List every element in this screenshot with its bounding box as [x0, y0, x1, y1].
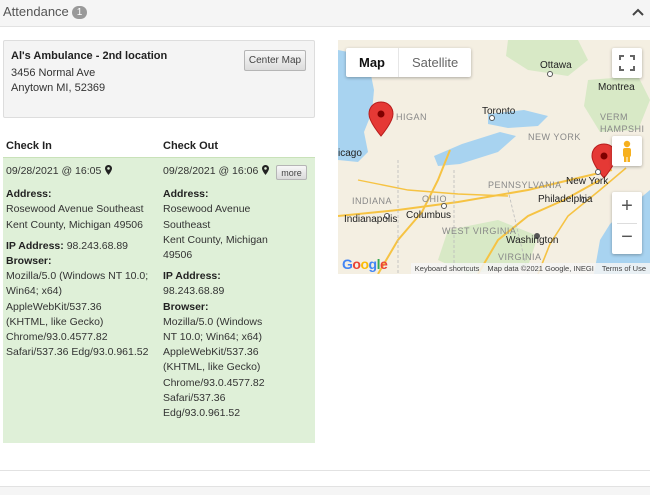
center-map-button[interactable]: Center Map — [244, 50, 306, 71]
location-address-line1: 3456 Normal Ave — [11, 67, 96, 79]
map-pin-icon[interactable] — [105, 165, 113, 175]
map-label-virginia: VIRGINIA — [498, 252, 542, 262]
map-label-new-york-state: NEW YORK — [528, 132, 581, 142]
chevron-up-icon[interactable] — [632, 8, 644, 16]
check-out-address-line: 49506 — [163, 249, 193, 262]
check-out-address-line: Southeast — [163, 218, 211, 231]
check-out-browser-line: Mozilla/5.0 (Windows — [163, 315, 263, 328]
fullscreen-button[interactable] — [612, 48, 642, 78]
check-out-address-line: Rosewood Avenue — [163, 203, 251, 216]
zoom-control: + − — [612, 192, 642, 254]
next-section-header[interactable] — [0, 486, 650, 495]
map-label-vermont: VERM — [600, 112, 629, 122]
check-out-browser-line: (KHTML, like Gecko) — [163, 361, 261, 374]
map-label-montreal: Montrea — [598, 82, 635, 93]
check-in-browser-label: Browser: — [6, 255, 52, 268]
check-out-browser-line: Edg/93.0.961.52 — [163, 407, 241, 420]
check-in-ip: 98.243.68.89 — [66, 239, 129, 252]
check-in-address-line: Rosewood Avenue Southeast — [6, 203, 144, 216]
map-label-indianapolis: Indianapolis — [344, 214, 398, 225]
map-label-indiana: INDIANA — [352, 196, 393, 206]
pegman-icon — [623, 140, 631, 162]
map-type-map-button[interactable]: Map — [346, 48, 398, 77]
map-label-hampshire: HAMPSHI — [600, 124, 645, 134]
map-widget[interactable]: Ottawa Montrea Toronto HIGAN NEW YORK HA… — [338, 40, 650, 274]
check-out-browser-line: Safari/537.36 — [163, 391, 226, 404]
map-label-chicago: icago — [338, 148, 362, 159]
attendance-header[interactable]: Attendance 1 — [0, 0, 650, 27]
map-label-new-york: New York — [566, 176, 609, 187]
check-out-address-line: Kent County, Michigan — [163, 233, 268, 246]
check-in-details: 09/28/2021 @ 16:05 Address: Rosewood Ave… — [6, 164, 156, 360]
check-out-details: 09/28/2021 @ 16:06 Address: Rosewood Ave… — [163, 164, 311, 421]
map-label-pennsylvania: PENNSYLVANIA — [488, 180, 562, 190]
street-view-button[interactable] — [612, 136, 642, 166]
check-out-ip: 98.243.68.89 — [163, 285, 225, 298]
map-label-philadelphia: Philadelphia — [538, 194, 593, 205]
check-out-ip-label: IP Address: — [163, 270, 221, 283]
check-in-address-line: Kent County, Michigan 49506 — [6, 218, 143, 231]
zoom-in-button[interactable]: + — [612, 192, 642, 223]
check-out-browser-label: Browser: — [163, 300, 209, 313]
check-in-datetime: 09/28/2021 @ 16:05 — [6, 165, 102, 177]
check-in-address-label: Address: — [6, 188, 52, 201]
check-in-browser-line: (KHTML, like Gecko) — [6, 315, 104, 328]
zoom-divider — [617, 223, 637, 224]
map-type-control: Map Satellite — [346, 48, 472, 77]
check-in-header: Check In — [6, 140, 52, 152]
map-label-michigan: HIGAN — [396, 112, 428, 122]
map-label-toronto: Toronto — [482, 106, 516, 117]
count-badge: 1 — [71, 6, 88, 19]
map-label-ottawa: Ottawa — [540, 60, 572, 71]
check-out-address-label: Address: — [163, 188, 209, 201]
attendance-record: 09/28/2021 @ 16:05 Address: Rosewood Ave… — [3, 157, 315, 443]
map-label-washington: Washington — [506, 235, 559, 246]
check-out-datetime: 09/28/2021 @ 16:06 — [163, 165, 259, 177]
check-in-browser-line: Mozilla/5.0 (Windows NT 10.0; — [6, 270, 149, 283]
location-card: Al's Ambulance - 2nd location 3456 Norma… — [3, 40, 315, 118]
check-out-browser-line: NT 10.0; Win64; x64) — [163, 331, 263, 344]
terms-of-use-link[interactable]: Terms of Use — [602, 263, 646, 274]
check-out-header: Check Out — [163, 140, 219, 152]
more-button[interactable]: more — [276, 165, 307, 180]
check-in-browser-line: Win64; x64) AppleWebKit/537.36 — [6, 285, 102, 313]
attendance-title: Attendance 1 — [3, 4, 88, 20]
map-label-columbus: Columbus — [406, 210, 452, 221]
divider — [0, 470, 650, 471]
keyboard-shortcuts-link[interactable]: Keyboard shortcuts — [415, 263, 480, 274]
check-in-browser-line: Safari/537.36 Edg/93.0.961.52 — [6, 346, 149, 359]
map-attribution: Keyboard shortcuts Map data ©2021 Google… — [410, 263, 650, 274]
fullscreen-icon — [619, 55, 635, 71]
map-type-satellite-button[interactable]: Satellite — [398, 48, 471, 77]
location-name: Al's Ambulance - 2nd location — [11, 50, 168, 62]
google-logo[interactable]: Google — [342, 256, 388, 272]
check-out-browser-line: Chrome/93.0.4577.82 — [163, 376, 265, 389]
map-label-ohio: OHIO — [422, 194, 448, 204]
check-in-ip-label: IP Address: — [6, 239, 64, 252]
check-in-browser-line: Chrome/93.0.4577.82 — [6, 331, 108, 344]
zoom-out-button[interactable]: − — [612, 223, 642, 254]
location-address-line2: Anytown MI, 52369 — [11, 82, 106, 94]
map-data-text: Map data ©2021 Google, INEGI — [487, 264, 594, 273]
check-out-browser-line: AppleWebKit/537.36 — [163, 346, 259, 359]
map-pin-icon[interactable] — [262, 165, 270, 175]
